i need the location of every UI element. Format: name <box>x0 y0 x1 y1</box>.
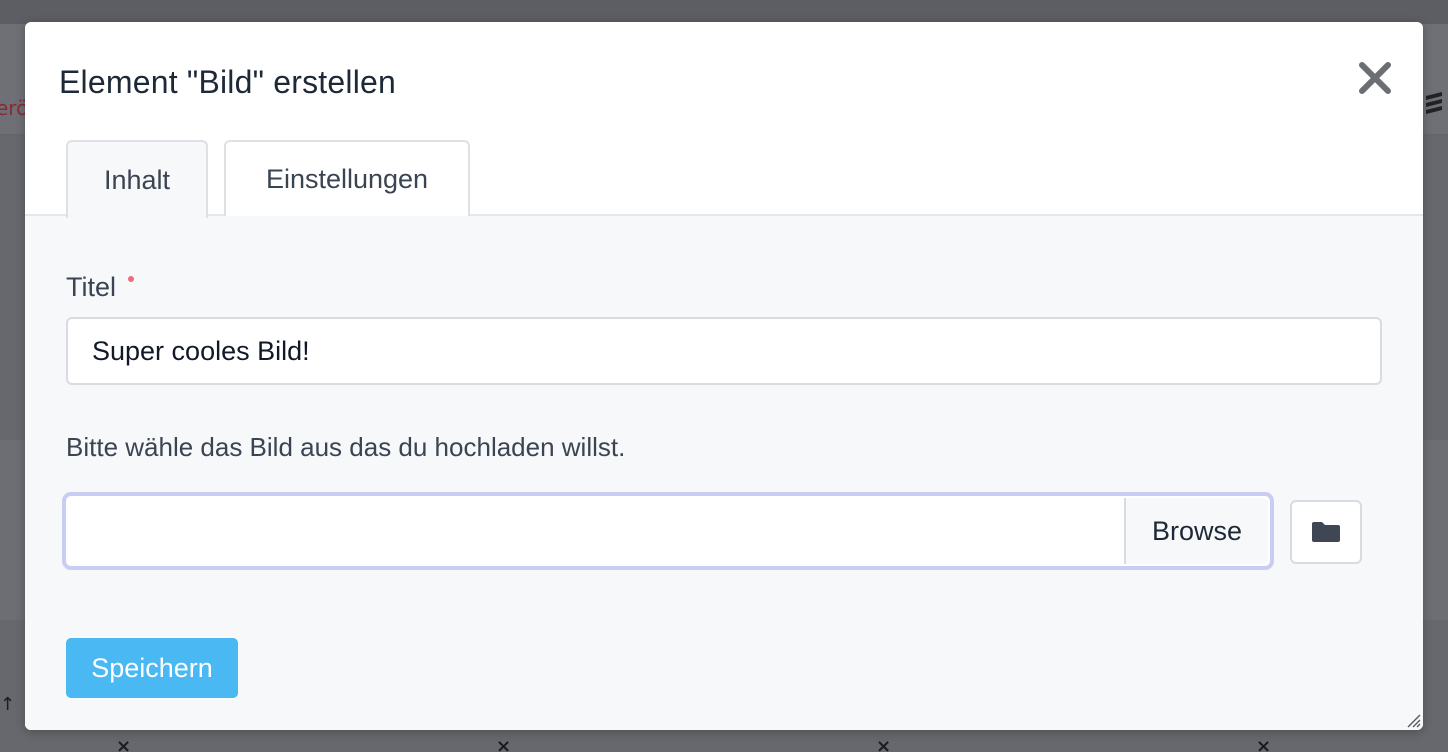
tab-inhalt[interactable]: Inhalt <box>66 140 208 218</box>
tab-label: Inhalt <box>103 164 171 195</box>
tab-label: Einstellungen <box>265 163 429 194</box>
file-input-group: Browse <box>62 492 1274 570</box>
close-button[interactable] <box>1357 60 1393 96</box>
background-topbar <box>0 0 1448 24</box>
folder-icon <box>1312 522 1340 542</box>
background-close-icon: × <box>116 736 132 752</box>
modal-title: Element "Bild" erstellen <box>59 64 397 100</box>
background-close-icon: × <box>496 736 512 752</box>
up-arrow-icon: ↑ <box>0 694 16 715</box>
layers-icon <box>1424 90 1444 122</box>
background-close-icon: × <box>876 736 892 752</box>
tab-einstellungen[interactable]: Einstellungen <box>224 140 470 216</box>
required-marker <box>128 276 134 282</box>
file-manager-button[interactable] <box>1290 500 1362 564</box>
close-icon <box>1359 62 1391 94</box>
title-field-label: Titel <box>66 272 117 302</box>
resize-handle-icon[interactable] <box>1405 712 1421 728</box>
tab-bar: Inhalt Einstellungen <box>25 140 1423 218</box>
title-input[interactable] <box>66 317 1382 385</box>
file-help-text: Bitte wähle das Bild aus das du hochlade… <box>66 432 626 462</box>
browse-button[interactable]: Browse <box>1124 498 1268 564</box>
file-path-input[interactable] <box>68 498 1124 564</box>
create-image-modal: Element "Bild" erstellen Inhalt Einstell… <box>25 22 1423 730</box>
background-close-icon: × <box>1256 736 1272 752</box>
save-button[interactable]: Speichern <box>66 638 238 698</box>
